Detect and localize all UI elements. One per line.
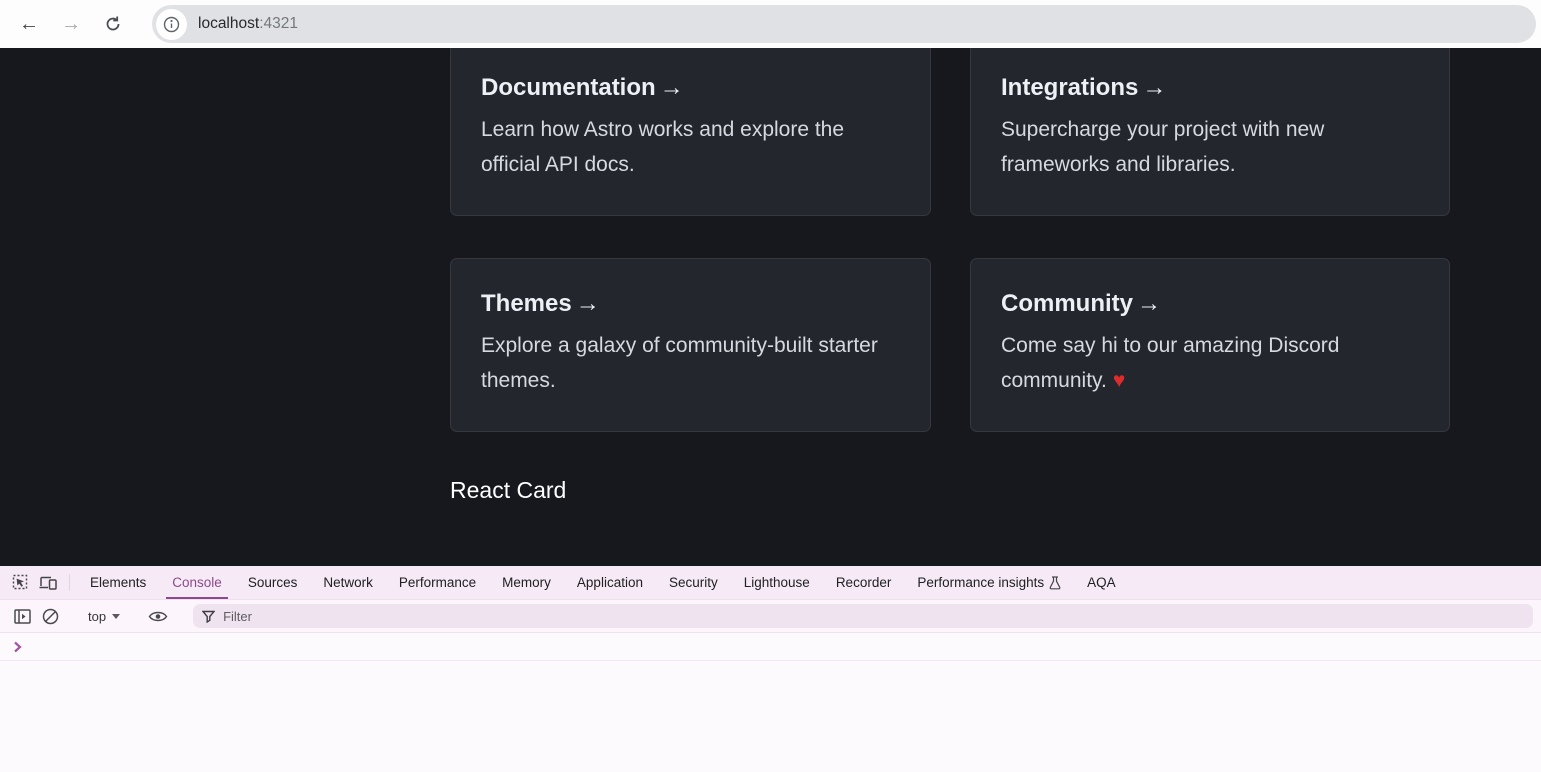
card-community[interactable]: Community→ Come say hi to our amazing Di… — [970, 258, 1450, 432]
card-body: Supercharge your project with new framew… — [1001, 112, 1419, 182]
console-prompt-row[interactable] — [0, 633, 1541, 661]
tab-performance-insights[interactable]: Performance insights — [904, 566, 1074, 599]
heart-icon: ♥ — [1113, 369, 1125, 392]
card-title-text: Community — [1001, 290, 1133, 317]
tab-label: Performance insights — [917, 575, 1044, 590]
tab-label: Security — [669, 575, 718, 590]
card-title: Integrations→ — [1001, 74, 1419, 102]
back-button[interactable]: ← — [14, 9, 44, 39]
url-bar[interactable]: localhost:4321 — [152, 5, 1536, 43]
browser-toolbar: ← → localhost:4321 — [0, 0, 1541, 48]
card-title: Themes→ — [481, 290, 900, 318]
tab-sources[interactable]: Sources — [235, 566, 311, 599]
card-title-text: Integrations — [1001, 74, 1138, 101]
context-selector-value: top — [88, 609, 106, 624]
tab-memory[interactable]: Memory — [489, 566, 564, 599]
tab-label: Performance — [399, 575, 476, 590]
filter-funnel-icon — [202, 610, 215, 623]
divider — [69, 574, 70, 591]
card-grid: Documentation→ Learn how Astro works and… — [450, 48, 1450, 432]
console-toolbar: top — [0, 600, 1541, 633]
arrow-icon: → — [1137, 290, 1161, 317]
react-card-label: React Card — [450, 477, 566, 504]
tab-label: Sources — [248, 575, 298, 590]
info-icon — [163, 16, 180, 33]
flask-icon — [1049, 576, 1061, 590]
card-title: Community→ — [1001, 290, 1419, 318]
tab-application[interactable]: Application — [564, 566, 656, 599]
console-messages-area[interactable] — [0, 661, 1541, 772]
context-selector[interactable]: top — [88, 609, 120, 624]
filter-input[interactable] — [223, 609, 1524, 624]
card-body-text: Come say hi to our amazing Discord commu… — [1001, 334, 1339, 392]
card-body: Explore a galaxy of community-built star… — [481, 328, 900, 398]
tab-aqa[interactable]: AQA — [1074, 566, 1129, 599]
tab-network[interactable]: Network — [310, 566, 386, 599]
tab-performance[interactable]: Performance — [386, 566, 489, 599]
live-expression-button[interactable] — [144, 603, 172, 629]
tab-label: Elements — [90, 575, 146, 590]
card-documentation[interactable]: Documentation→ Learn how Astro works and… — [450, 48, 931, 216]
device-toolbar-button[interactable] — [34, 566, 62, 599]
tab-label: AQA — [1087, 575, 1116, 590]
card-body: Come say hi to our amazing Discord commu… — [1001, 328, 1419, 398]
tab-elements[interactable]: Elements — [77, 566, 159, 599]
clear-console-button[interactable] — [36, 603, 64, 629]
tab-security[interactable]: Security — [656, 566, 731, 599]
console-sidebar-toggle-button[interactable] — [8, 603, 36, 629]
tab-console[interactable]: Console — [159, 566, 235, 599]
arrow-icon: → — [660, 74, 684, 101]
arrow-icon: → — [576, 290, 600, 317]
site-info-chip[interactable] — [156, 9, 187, 40]
clear-console-icon — [42, 608, 59, 625]
page-viewport: Documentation→ Learn how Astro works and… — [0, 48, 1541, 566]
reload-button[interactable] — [98, 9, 128, 39]
inspect-cursor-icon — [12, 574, 29, 591]
console-filter[interactable] — [193, 604, 1533, 628]
card-body: Learn how Astro works and explore the of… — [481, 112, 900, 182]
device-toolbar-icon — [39, 575, 58, 591]
inspect-element-button[interactable] — [6, 566, 34, 599]
tab-label: Console — [172, 575, 222, 590]
chevron-down-icon — [112, 614, 120, 619]
card-title-text: Themes — [481, 290, 572, 317]
url-port: :4321 — [259, 15, 298, 32]
console-sidebar-icon — [14, 609, 31, 624]
tab-label: Network — [323, 575, 373, 590]
card-integrations[interactable]: Integrations→ Supercharge your project w… — [970, 48, 1450, 216]
tab-label: Recorder — [836, 575, 892, 590]
card-themes[interactable]: Themes→ Explore a galaxy of community-bu… — [450, 258, 931, 432]
forward-button[interactable]: → — [56, 9, 86, 39]
devtools-tabbar: Elements Console Sources Network Perform… — [0, 566, 1541, 600]
reload-icon — [104, 15, 122, 33]
url-host: localhost — [198, 15, 259, 32]
tab-lighthouse[interactable]: Lighthouse — [731, 566, 823, 599]
tab-label: Application — [577, 575, 643, 590]
url-text: localhost:4321 — [198, 15, 298, 33]
tab-recorder[interactable]: Recorder — [823, 566, 905, 599]
tab-label: Memory — [502, 575, 551, 590]
devtools-panel: Elements Console Sources Network Perform… — [0, 566, 1541, 772]
card-title-text: Documentation — [481, 74, 656, 101]
console-prompt-chevron-icon — [13, 641, 22, 653]
tab-label: Lighthouse — [744, 575, 810, 590]
card-title: Documentation→ — [481, 74, 900, 102]
eye-icon — [148, 610, 168, 623]
arrow-icon: → — [1142, 74, 1166, 101]
